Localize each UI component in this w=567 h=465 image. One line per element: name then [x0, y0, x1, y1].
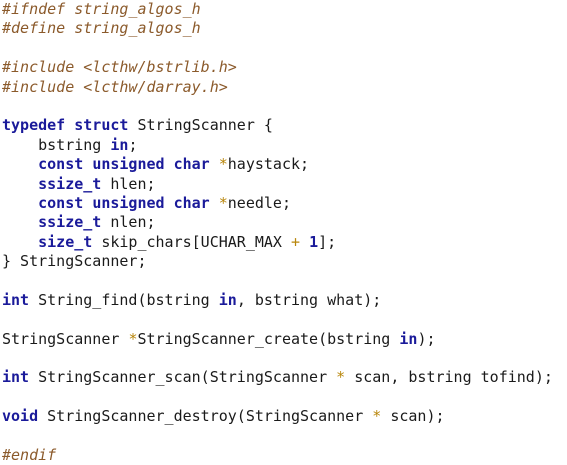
code-line: int StringScanner_scan(StringScanner * s… — [2, 368, 553, 387]
code-token-plain: StringScanner_create(bstring — [137, 329, 400, 348]
code-line: ssize_t hlen; — [2, 175, 553, 194]
code-token-keyword: struct — [74, 116, 129, 135]
code-token-plain: scan); — [381, 407, 445, 426]
code-token-comment: #define string_algos_h — [2, 19, 201, 38]
code-line: #endif — [2, 446, 553, 465]
code-token-plain: haystack; — [227, 155, 310, 174]
code-token-plain: ); — [417, 329, 436, 348]
code-token-keyword: char — [173, 155, 210, 174]
code-token-operator: * — [218, 193, 228, 212]
code-line: } StringScanner; — [2, 252, 553, 271]
code-line: const unsigned char *haystack; — [2, 155, 553, 174]
code-token-type: size_t — [38, 232, 93, 251]
code-line: #include <lcthw/darray.h> — [2, 78, 553, 97]
code-token-plain: skip_chars[UCHAR_MAX — [92, 232, 291, 251]
code-token-keyword: in — [399, 329, 418, 348]
code-line: #include <lcthw/bstrlib.h> — [2, 58, 553, 77]
code-token-keyword: const — [38, 193, 84, 212]
code-token-plain: String_find(bstring — [29, 290, 219, 309]
code-line: void StringScanner_destroy(StringScanner… — [2, 407, 553, 426]
code-line: #define string_algos_h — [2, 19, 553, 38]
code-token-plain: scan, bstring tofind); — [345, 368, 553, 387]
code-token-keyword: char — [173, 193, 210, 212]
code-token-comment: #endif — [2, 445, 57, 464]
code-token-type: ssize_t — [38, 213, 102, 232]
code-line: StringScanner *StringScanner_create(bstr… — [2, 330, 553, 349]
code-token-plain: hlen; — [101, 174, 156, 193]
code-token-keyword: in — [110, 135, 129, 154]
code-token-plain: StringScanner_destroy(StringScanner — [38, 407, 373, 426]
code-token-operator: * — [218, 155, 228, 174]
code-line: const unsigned char *needle; — [2, 194, 553, 213]
code-line: int String_find(bstring in, bstring what… — [2, 291, 553, 310]
code-token-keyword: int — [2, 368, 30, 387]
code-token-plain: , bstring what); — [236, 290, 382, 309]
code-token-operator: * — [372, 407, 382, 426]
code-token-plain: ; — [128, 135, 138, 154]
code-token-keyword: int — [2, 290, 30, 309]
code-token-plain: bstring — [2, 135, 111, 154]
code-token-keyword: void — [2, 407, 39, 426]
code-line: typedef struct StringScanner { — [2, 116, 553, 135]
code-token-plain: StringScanner { — [128, 116, 273, 135]
code-token-plain: StringScanner_scan(StringScanner — [29, 368, 337, 387]
code-token-keyword: in — [218, 290, 237, 309]
code-token-plain: needle; — [227, 193, 291, 212]
code-token-comment: #include <lcthw/darray.h> — [2, 77, 228, 96]
code-line: bstring in; — [2, 136, 553, 155]
code-token-plain: ]; — [318, 232, 337, 251]
code-token-keyword: const — [38, 155, 84, 174]
code-token-type: ssize_t — [38, 174, 102, 193]
code-token-keyword: unsigned — [92, 155, 165, 174]
code-token-keyword: typedef — [2, 116, 66, 135]
code-token-comment: #include <lcthw/bstrlib.h> — [2, 58, 237, 77]
code-token-operator: * — [336, 368, 346, 387]
code-line: #ifndef string_algos_h — [2, 0, 553, 19]
code-line: size_t skip_chars[UCHAR_MAX + 1]; — [2, 233, 553, 252]
code-token-plain: nlen; — [101, 213, 156, 232]
code-token-plain: } StringScanner; — [2, 252, 147, 271]
code-token-comment: #ifndef string_algos_h — [2, 0, 201, 18]
code-token-keyword: unsigned — [92, 193, 165, 212]
code-token-operator: + — [291, 232, 301, 251]
code-token-plain: StringScanner — [2, 329, 129, 348]
code-token-number: 1 — [309, 232, 319, 251]
code-editor[interactable]: #ifndef string_algos_h #define string_alg… — [2, 0, 553, 465]
code-line: ssize_t nlen; — [2, 213, 553, 232]
